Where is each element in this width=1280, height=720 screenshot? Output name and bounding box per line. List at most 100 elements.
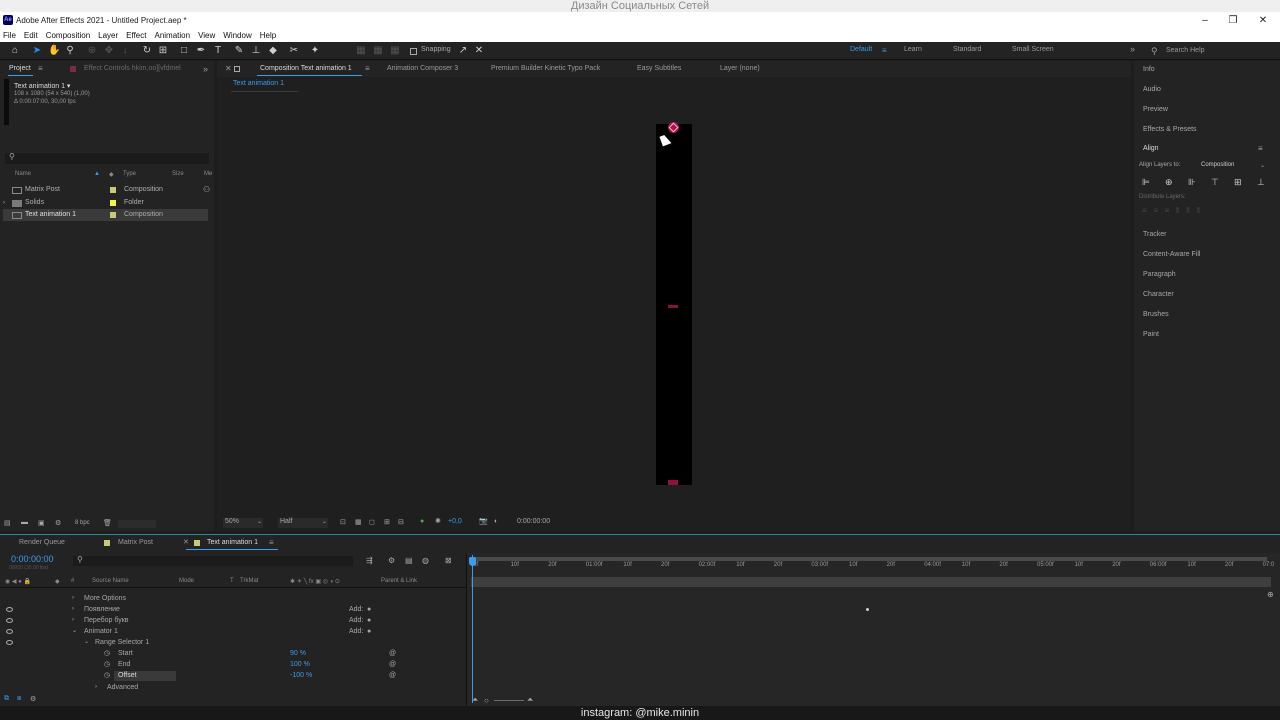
- workspaces-overflow-icon[interactable]: »: [1130, 44, 1135, 54]
- pickwhip-icon[interactable]: @: [389, 659, 396, 670]
- expand-arrow-icon[interactable]: ›: [95, 682, 97, 693]
- rotation-tool-icon[interactable]: ↻: [141, 45, 153, 57]
- panel-align-title[interactable]: Align: [1143, 145, 1159, 152]
- comp-marker-icon[interactable]: ⊕: [1267, 590, 1274, 599]
- new-folder-icon[interactable]: ▬: [21, 519, 28, 526]
- zoom-slider-handle[interactable]: ○: [484, 696, 489, 705]
- current-time-display[interactable]: 0:00:00:00: [517, 518, 550, 525]
- col-source-name[interactable]: Source Name: [92, 578, 129, 584]
- panel-brushes[interactable]: Brushes: [1143, 311, 1169, 318]
- col-media[interactable]: Me: [204, 171, 212, 177]
- align-hcenter-icon[interactable]: ⊕: [1165, 177, 1173, 188]
- snap-edges-icon[interactable]: ↗: [457, 45, 469, 57]
- panel-preview[interactable]: Preview: [1143, 106, 1168, 113]
- graph-editor-icon[interactable]: ⊠: [445, 556, 452, 565]
- workspace-small-screen[interactable]: Small Screen: [1012, 46, 1054, 53]
- minimize-button[interactable]: –: [1190, 12, 1220, 29]
- menu-animation[interactable]: Animation: [150, 29, 194, 42]
- breadcrumb[interactable]: Text animation 1: [233, 80, 284, 87]
- delete-icon[interactable]: 🗑: [103, 519, 112, 527]
- thumbnail-slider[interactable]: [118, 520, 156, 528]
- panel-info[interactable]: Info: [1143, 66, 1155, 73]
- property-value-start[interactable]: 90 %: [290, 648, 306, 659]
- toggle-modes-icon[interactable]: ⧈: [17, 695, 21, 703]
- timeline-graph[interactable]: 0f 10f 20f 01:00f 10f 20f 02:00f 10f 20f 03:00f 10…: [466, 553, 1280, 707]
- tab-matrix-post[interactable]: Matrix Post: [118, 535, 153, 551]
- orbit-camera-icon[interactable]: ⊕: [86, 45, 98, 57]
- home-icon[interactable]: ⌂: [9, 45, 21, 57]
- col-type[interactable]: Type: [123, 171, 136, 177]
- col-trkmat[interactable]: TrkMat: [240, 578, 258, 584]
- tab-effect-controls[interactable]: Effect Controls hkim,oo][vfdmel: [84, 61, 181, 77]
- eye-icon[interactable]: [6, 629, 13, 634]
- lock-icon[interactable]: [234, 66, 240, 72]
- col-mode[interactable]: Mode: [179, 578, 194, 584]
- add-menu-icon[interactable]: ●: [367, 626, 371, 637]
- expand-arrow-icon[interactable]: ›: [3, 197, 5, 209]
- timeline-current-time[interactable]: 0:00:00:00: [11, 554, 54, 564]
- menu-effect[interactable]: Effect: [122, 29, 150, 42]
- workspace-default[interactable]: Default: [850, 46, 872, 53]
- eye-icon[interactable]: [6, 618, 13, 623]
- menu-file[interactable]: File: [0, 29, 20, 42]
- interpret-footage-icon[interactable]: ▤: [4, 519, 11, 527]
- puppet-pin-icon[interactable]: ✦: [309, 45, 321, 57]
- pickwhip-icon[interactable]: @: [389, 648, 396, 659]
- new-composition-icon[interactable]: ▣: [38, 519, 45, 527]
- resolution-select[interactable]: Half: [278, 518, 328, 528]
- render-time-icon[interactable]: ⚙: [30, 695, 36, 703]
- panel-content-aware-fill[interactable]: Content-Aware Fill: [1143, 251, 1200, 258]
- tab-render-queue[interactable]: Render Queue: [19, 535, 65, 551]
- stopwatch-icon[interactable]: ◷: [104, 659, 110, 670]
- fast-previews-icon[interactable]: ⊡: [340, 518, 346, 526]
- property-row-animator-1[interactable]: ⌄ Animator 1 Add: ●: [0, 626, 466, 637]
- collapse-arrow-icon[interactable]: ⌄: [84, 637, 89, 648]
- composition-canvas[interactable]: [656, 122, 692, 485]
- timeline-search-input[interactable]: ⚲: [73, 555, 353, 566]
- align-top-icon[interactable]: ⊤: [1211, 177, 1219, 188]
- bit-depth-label[interactable]: 8 bpc: [75, 520, 90, 526]
- maximize-button[interactable]: ❐: [1218, 12, 1248, 29]
- brush-tool-icon[interactable]: ✎: [233, 45, 245, 57]
- dolly-camera-icon[interactable]: ↓: [119, 45, 131, 57]
- property-row-offset[interactable]: ◷ Offset -100 % @: [0, 670, 466, 681]
- property-row-range-selector-1[interactable]: ⌄ Range Selector 1: [0, 637, 466, 648]
- menu-edit[interactable]: Edit: [20, 29, 42, 42]
- eraser-tool-icon[interactable]: ◆: [267, 45, 279, 57]
- expand-arrow-icon[interactable]: ›: [72, 615, 74, 626]
- add-menu-icon[interactable]: ●: [367, 615, 371, 626]
- pan-behind-icon[interactable]: ⊞: [157, 45, 169, 57]
- selection-tool-icon[interactable]: ➤: [31, 45, 43, 57]
- panel-tracker[interactable]: Tracker: [1143, 231, 1166, 238]
- panel-menu-icon[interactable]: ≡: [1258, 144, 1263, 153]
- menu-window[interactable]: Window: [219, 29, 255, 42]
- workspace-menu-icon[interactable]: ≡: [882, 46, 887, 55]
- property-value-offset[interactable]: -100 %: [290, 670, 312, 681]
- align-left-icon[interactable]: ⊫: [1142, 177, 1150, 188]
- rectangle-tool-icon[interactable]: □: [178, 45, 190, 57]
- panel-overflow-icon[interactable]: »: [203, 61, 208, 77]
- label-color-icon[interactable]: ◆: [109, 171, 114, 178]
- snapshot-icon[interactable]: 📷: [479, 517, 488, 525]
- menu-view[interactable]: View: [194, 29, 219, 42]
- stopwatch-icon[interactable]: ◷: [104, 670, 110, 681]
- layer-bar[interactable]: [471, 577, 1271, 587]
- panel-menu-icon[interactable]: ≡: [38, 61, 43, 77]
- project-item-solids[interactable]: › Solids Folder: [3, 197, 208, 209]
- align-layers-to-select[interactable]: Composition: [1201, 162, 1234, 168]
- roto-brush-icon[interactable]: ✂: [288, 45, 300, 57]
- view-axis-icon[interactable]: ▦: [389, 45, 401, 57]
- menu-help[interactable]: Help: [256, 29, 280, 42]
- workspace-standard[interactable]: Standard: [953, 46, 981, 53]
- workspace-learn[interactable]: Learn: [904, 46, 922, 53]
- align-vcenter-icon[interactable]: ⊞: [1234, 177, 1242, 188]
- grid-guides-icon[interactable]: ⊟: [398, 518, 404, 526]
- snapping-checkbox[interactable]: [410, 48, 417, 55]
- exposure-value[interactable]: +0,0: [448, 518, 462, 525]
- mask-visibility-icon[interactable]: ◻: [369, 518, 375, 526]
- close-tab-icon[interactable]: ✕: [225, 61, 232, 77]
- panel-menu-icon[interactable]: ≡: [365, 61, 370, 77]
- property-value-end[interactable]: 100 %: [290, 659, 310, 670]
- type-tool-icon[interactable]: T: [212, 45, 224, 57]
- shy-layers-icon[interactable]: ▤: [405, 556, 413, 565]
